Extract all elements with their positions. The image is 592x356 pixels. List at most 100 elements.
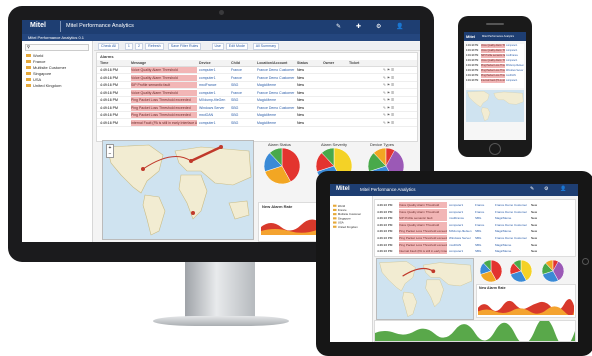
phone-land <box>467 91 490 108</box>
phone-table-row[interactable]: 4:49:16 PMVoice Quality Alarm Thresholdc… <box>466 59 524 63</box>
phone-speaker <box>486 23 504 25</box>
table-row[interactable]: 4:49:16 PM Ping Packet Loss Threshold exc… <box>97 97 417 104</box>
table-row[interactable]: 4:49:16 PM SIP Profile semantic fault mxdF… <box>97 82 417 89</box>
cell-status: New <box>297 90 305 95</box>
tablet-gear-icon[interactable]: ⚙ <box>544 186 548 192</box>
toolbar-button[interactable]: 1 <box>124 43 133 50</box>
tablet-cell-location: France Demo Customer <box>495 236 528 240</box>
user-icon[interactable]: 👤 <box>396 23 403 30</box>
column-header[interactable]: Child <box>231 61 240 65</box>
tablet-cell-time: 4:49:16 PM <box>377 209 393 214</box>
tablet-table-row[interactable]: 4:49:16 PM Internal Fault (PA is still in… <box>375 248 575 255</box>
toolbar-button[interactable]: Edit Mode <box>225 43 248 50</box>
phone-screen: Mitel Mitel Performance Analytics 4:49:1… <box>464 32 526 140</box>
map-zoom-control[interactable]: + − <box>106 144 114 158</box>
row-action-icons[interactable]: ✎ ⚑ ☰ <box>383 120 394 126</box>
tablet-table-row[interactable]: 4:49:16 PM SIP Profile semantic fault mxdF… <box>375 215 575 222</box>
column-header[interactable]: Message <box>131 61 146 65</box>
toolbar-button[interactable]: Check All <box>98 43 119 50</box>
phone-home-button[interactable] <box>489 143 501 155</box>
row-action-icons[interactable]: ✎ ⚑ ☰ <box>383 97 394 103</box>
phone-cell-time: 4:49:16 PM <box>466 74 479 77</box>
tablet-cell-child: SBG <box>475 242 482 247</box>
toolbar-button[interactable]: Save Filter Rules <box>167 43 202 50</box>
site-marker[interactable] <box>219 145 223 149</box>
row-action-icons[interactable]: ✎ ⚑ ☰ <box>383 82 394 88</box>
tree-search-input[interactable]: ⚲ <box>25 44 89 51</box>
tablet-tools-icon[interactable]: ✎ <box>530 186 534 192</box>
tablet-cell-device: Windows Server <box>449 236 471 240</box>
toolbar-button[interactable]: 2 <box>135 43 143 50</box>
brand-logo[interactable]: Mitel <box>30 22 46 29</box>
tablet-map[interactable] <box>376 258 474 320</box>
tree-item[interactable]: United Kingdom <box>333 225 361 229</box>
row-action-icons[interactable]: ✎ ⚑ ☰ <box>383 105 394 111</box>
tablet-pie-status[interactable] <box>480 260 502 282</box>
tablet-site-marker[interactable] <box>431 269 436 274</box>
table-row[interactable]: 4:49:16 PM Ping Packet Loss Threshold exc… <box>97 112 417 119</box>
cell-status: New <box>297 83 305 87</box>
tablet-trend-chart[interactable] <box>478 295 574 315</box>
column-header[interactable]: Owner <box>323 61 334 65</box>
site-marker[interactable] <box>189 159 193 163</box>
row-action-icons[interactable]: ✎ ⚑ ☰ <box>383 90 394 96</box>
row-action-icons[interactable]: ✎ ⚑ ☰ <box>383 67 394 73</box>
tablet-table-row[interactable]: 4:49:16 PM Ping Packet Loss Threshold exc… <box>375 235 575 241</box>
tools-icon[interactable]: ✎ <box>336 23 341 30</box>
cell-message: Voice Quality Alarm Threshold <box>131 67 197 73</box>
pie-chart-status[interactable] <box>264 148 300 184</box>
phone-cell-time: 4:49:16 PM <box>466 49 479 52</box>
site-marker[interactable] <box>141 167 145 171</box>
tablet-land <box>402 291 417 317</box>
column-header[interactable]: Ticket <box>349 61 359 65</box>
column-header[interactable]: Device <box>199 61 211 65</box>
toolbar-button[interactable]: All Summary <box>252 43 280 50</box>
phone-table-row[interactable]: 4:49:16 PMSIP Profile semantic faultmxdF… <box>466 54 524 58</box>
tablet-user-icon[interactable]: 👤 <box>560 186 566 192</box>
column-header[interactable]: Time <box>100 61 108 65</box>
tablet-brand-logo[interactable]: Mitel <box>336 186 350 192</box>
row-action-icons[interactable]: ✎ ⚑ ☰ <box>383 112 394 118</box>
table-row[interactable]: 4:49:16 PM Voice Quality Alarm Threshold c… <box>97 74 417 82</box>
phone-alarm-table: 4:49:16 PMVoice Quality Alarm Thresholdc… <box>466 44 524 88</box>
tablet-pie-types[interactable] <box>542 260 564 282</box>
gear-icon[interactable]: ⚙ <box>376 23 381 30</box>
toolbar-button[interactable]: Use <box>211 43 224 50</box>
tablet-cell-device: computer1 <box>449 209 464 214</box>
phone-brand-logo[interactable]: Mitel <box>466 34 475 39</box>
toolbar-button[interactable]: Refresh <box>145 43 164 50</box>
phone-table-row[interactable]: 4:49:16 PMPing Packet Loss Threshold exc… <box>466 74 524 78</box>
table-row[interactable]: 4:49:16 PM Voice Quality Alarm Threshold c… <box>97 89 417 97</box>
column-header[interactable]: Location/Account <box>257 61 287 65</box>
phone-table-row[interactable]: 4:49:16 PMPing Packet Loss Threshold exc… <box>466 64 524 68</box>
phone-table-row[interactable]: 4:49:16 PMInternal Fault (PA is still in… <box>466 79 524 83</box>
folder-icon <box>26 72 31 76</box>
folder-icon <box>333 213 337 216</box>
add-icon[interactable]: ✚ <box>356 23 361 30</box>
tree-item-label: Singapore <box>33 71 52 76</box>
phone-table-row[interactable]: 4:49:16 PMVoice Quality Alarm Thresholdc… <box>466 49 524 53</box>
phone-table-row[interactable]: 4:49:16 PMVoice Quality Alarm Thresholdc… <box>466 44 524 48</box>
tablet-bottom-panel <box>374 318 576 342</box>
tablet-pie-severity[interactable] <box>510 260 532 282</box>
column-header[interactable]: Status <box>297 61 308 65</box>
table-row[interactable]: 4:49:16 PM Ping Packet Loss Threshold exc… <box>97 104 417 112</box>
table-row[interactable]: 4:49:16 PM Internal Fault (PA is still in… <box>97 119 417 127</box>
tablet-home-button[interactable] <box>582 258 589 265</box>
north-america-land <box>106 144 164 194</box>
phone-map[interactable] <box>466 90 524 122</box>
cell-child: France <box>231 90 242 95</box>
tablet-table-row[interactable]: 4:49:16 PM Ping Packet Loss Threshold exc… <box>375 241 575 248</box>
tab-main[interactable]: Mitel Performance Analytics 0.1 <box>28 35 84 40</box>
alarm-map[interactable]: + − <box>102 140 254 240</box>
tablet-table-row[interactable]: 4:49:16 PM Voice Quality Alarm Threshold c… <box>375 202 575 208</box>
tree-item[interactable]: United Kingdom <box>26 83 66 89</box>
row-action-icons[interactable]: ✎ ⚑ ☰ <box>383 75 394 81</box>
tablet-table-row[interactable]: 4:49:16 PM Ping Packet Loss Threshold exc… <box>375 228 575 235</box>
tablet-table-row[interactable]: 4:49:16 PM Voice Quality Alarm Threshold c… <box>375 208 575 215</box>
table-row[interactable]: 4:49:16 PM Voice Quality Alarm Threshold c… <box>97 67 417 74</box>
tablet-cell-status: New <box>531 209 538 214</box>
phone-table-row[interactable]: 4:49:16 PMPing Packet Loss Threshold exc… <box>466 69 524 73</box>
site-marker[interactable] <box>191 211 195 215</box>
tablet-table-row[interactable]: 4:49:16 PM Voice Quality Alarm Threshold c… <box>375 221 575 228</box>
